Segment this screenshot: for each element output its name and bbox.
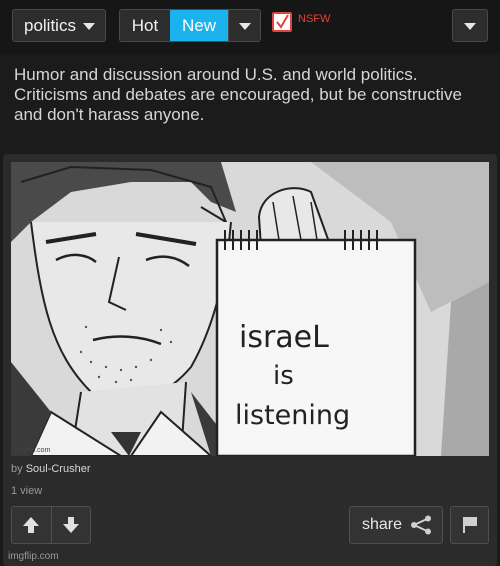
- chevron-down-icon: [83, 23, 95, 30]
- sign-word-3: listening: [235, 400, 350, 431]
- post-card: israeL is listening imgflip.com by Soul-…: [3, 154, 497, 566]
- sort-hot-button[interactable]: Hot: [120, 10, 170, 41]
- share-button[interactable]: share: [349, 506, 443, 544]
- upvote-button[interactable]: [12, 507, 51, 543]
- meme-image[interactable]: israeL is listening imgflip.com: [11, 162, 489, 456]
- category-label: politics: [24, 15, 76, 35]
- post-byline: by Soul-Crusher: [11, 463, 91, 475]
- sort-new-button[interactable]: New: [170, 10, 228, 41]
- meme-illustration: israeL is listening: [11, 162, 489, 456]
- author-link[interactable]: Soul-Crusher: [26, 463, 91, 475]
- chevron-down-icon: [239, 23, 251, 30]
- checkmark-icon: [276, 14, 289, 29]
- byline-prefix: by: [11, 463, 23, 475]
- share-icon: [411, 515, 432, 535]
- sign-word-1: israeL: [239, 320, 329, 355]
- sort-more-dropdown[interactable]: [228, 10, 260, 41]
- view-count: 1 view: [11, 485, 43, 497]
- category-dropdown[interactable]: politics: [12, 9, 106, 42]
- stream-description: Humor and discussion around U.S. and wor…: [14, 65, 462, 124]
- nsfw-checkbox[interactable]: [272, 12, 292, 32]
- site-watermark: imgflip.com: [8, 551, 59, 562]
- arrow-down-icon: [62, 517, 79, 533]
- flag-button[interactable]: [450, 506, 489, 544]
- arrow-up-icon: [23, 517, 40, 533]
- share-label: share: [362, 516, 403, 533]
- nsfw-label: NSFW: [298, 13, 331, 25]
- downvote-button[interactable]: [50, 507, 91, 543]
- options-dropdown[interactable]: [452, 9, 488, 42]
- sort-selector: Hot New: [119, 9, 261, 42]
- chevron-down-icon: [464, 23, 476, 30]
- vote-buttons: [11, 506, 91, 544]
- nsfw-toggle[interactable]: NSFW: [272, 12, 330, 32]
- top-toolbar: politics Hot New NSFW: [0, 0, 500, 54]
- flag-icon: [462, 517, 477, 533]
- sign-word-2: is: [273, 361, 294, 391]
- image-watermark: imgflip.com: [15, 447, 51, 454]
